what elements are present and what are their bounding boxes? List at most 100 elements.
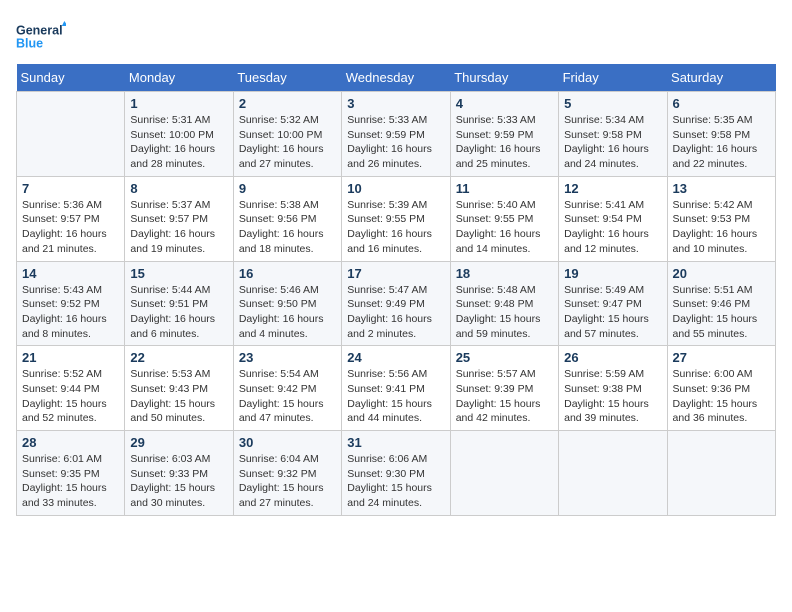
calendar-header-row: SundayMondayTuesdayWednesdayThursdayFrid… xyxy=(17,64,776,92)
svg-text:Blue: Blue xyxy=(16,37,43,51)
calendar-cell: 13 Sunrise: 5:42 AM Sunset: 9:53 PM Dayli… xyxy=(667,176,775,261)
day-number: 21 xyxy=(22,350,119,365)
calendar-week-row: 28Sunrise: 6:01 AM Sunset: 9:35 PM Dayli… xyxy=(17,431,776,516)
day-number: 29 xyxy=(130,435,227,450)
calendar-cell xyxy=(559,431,667,516)
column-header-wednesday: Wednesday xyxy=(342,64,450,92)
day-number: 20 xyxy=(673,266,770,281)
day-number: 24 xyxy=(347,350,444,365)
day-number: 3 xyxy=(347,96,444,111)
calendar-cell: 18 Sunrise: 5:48 AM Sunset: 9:48 PM Dayli… xyxy=(450,261,558,346)
calendar-cell: 4 Sunrise: 5:33 AM Sunset: 9:59 PM Daylig… xyxy=(450,92,558,177)
calendar-cell: 26 Sunrise: 5:59 AM Sunset: 9:38 PM Dayli… xyxy=(559,346,667,431)
calendar-cell: 11Sunrise: 5:40 AM Sunset: 9:55 PM Dayli… xyxy=(450,176,558,261)
logo-svg: General Blue xyxy=(16,16,66,56)
calendar-week-row: 21Sunrise: 5:52 AM Sunset: 9:44 PM Dayli… xyxy=(17,346,776,431)
day-number: 1 xyxy=(130,96,227,111)
day-number: 28 xyxy=(22,435,119,450)
day-number: 19 xyxy=(564,266,661,281)
day-detail: Sunrise: 5:54 AM Sunset: 9:42 PM Dayligh… xyxy=(239,367,336,426)
day-number: 10 xyxy=(347,181,444,196)
calendar-cell: 10 Sunrise: 5:39 AM Sunset: 9:55 PM Dayli… xyxy=(342,176,450,261)
page-header: General Blue xyxy=(16,16,776,56)
day-number: 4 xyxy=(456,96,553,111)
day-detail: Sunrise: 5:33 AM Sunset: 9:59 PM Dayligh… xyxy=(456,113,553,172)
day-number: 6 xyxy=(673,96,770,111)
day-detail: Sunrise: 5:49 AM Sunset: 9:47 PM Dayligh… xyxy=(564,283,661,342)
day-number: 8 xyxy=(130,181,227,196)
calendar-cell: 1 Sunrise: 5:31 AM Sunset: 10:00 PM Dayli… xyxy=(125,92,233,177)
day-detail: Sunrise: 5:51 AM Sunset: 9:46 PM Dayligh… xyxy=(673,283,770,342)
calendar-cell xyxy=(667,431,775,516)
day-number: 25 xyxy=(456,350,553,365)
calendar-cell: 22 Sunrise: 5:53 AM Sunset: 9:43 PM Dayli… xyxy=(125,346,233,431)
day-number: 18 xyxy=(456,266,553,281)
calendar-cell: 9 Sunrise: 5:38 AM Sunset: 9:56 PM Daylig… xyxy=(233,176,341,261)
calendar-cell: 14 Sunrise: 5:43 AM Sunset: 9:52 PM Dayli… xyxy=(17,261,125,346)
column-header-sunday: Sunday xyxy=(17,64,125,92)
day-detail: Sunrise: 5:59 AM Sunset: 9:38 PM Dayligh… xyxy=(564,367,661,426)
column-header-saturday: Saturday xyxy=(667,64,775,92)
day-detail: Sunrise: 5:36 AM Sunset: 9:57 PM Dayligh… xyxy=(22,198,119,257)
day-number: 14 xyxy=(22,266,119,281)
day-number: 9 xyxy=(239,181,336,196)
calendar-cell: 6Sunrise: 5:35 AM Sunset: 9:58 PM Daylig… xyxy=(667,92,775,177)
day-detail: Sunrise: 5:34 AM Sunset: 9:58 PM Dayligh… xyxy=(564,113,661,172)
day-number: 22 xyxy=(130,350,227,365)
day-detail: Sunrise: 5:46 AM Sunset: 9:50 PM Dayligh… xyxy=(239,283,336,342)
day-detail: Sunrise: 5:56 AM Sunset: 9:41 PM Dayligh… xyxy=(347,367,444,426)
day-number: 13 xyxy=(673,181,770,196)
day-number: 2 xyxy=(239,96,336,111)
calendar-cell: 8 Sunrise: 5:37 AM Sunset: 9:57 PM Daylig… xyxy=(125,176,233,261)
calendar-cell: 28Sunrise: 6:01 AM Sunset: 9:35 PM Dayli… xyxy=(17,431,125,516)
calendar-cell: 16 Sunrise: 5:46 AM Sunset: 9:50 PM Dayli… xyxy=(233,261,341,346)
calendar-cell: 31 Sunrise: 6:06 AM Sunset: 9:30 PM Dayli… xyxy=(342,431,450,516)
column-header-thursday: Thursday xyxy=(450,64,558,92)
day-detail: Sunrise: 5:53 AM Sunset: 9:43 PM Dayligh… xyxy=(130,367,227,426)
day-detail: Sunrise: 6:04 AM Sunset: 9:32 PM Dayligh… xyxy=(239,452,336,511)
day-detail: Sunrise: 5:41 AM Sunset: 9:54 PM Dayligh… xyxy=(564,198,661,257)
calendar-cell: 7Sunrise: 5:36 AM Sunset: 9:57 PM Daylig… xyxy=(17,176,125,261)
day-detail: Sunrise: 5:39 AM Sunset: 9:55 PM Dayligh… xyxy=(347,198,444,257)
day-detail: Sunrise: 5:42 AM Sunset: 9:53 PM Dayligh… xyxy=(673,198,770,257)
calendar-cell: 21Sunrise: 5:52 AM Sunset: 9:44 PM Dayli… xyxy=(17,346,125,431)
day-detail: Sunrise: 5:44 AM Sunset: 9:51 PM Dayligh… xyxy=(130,283,227,342)
calendar-week-row: 1 Sunrise: 5:31 AM Sunset: 10:00 PM Dayli… xyxy=(17,92,776,177)
calendar-cell: 17 Sunrise: 5:47 AM Sunset: 9:49 PM Dayli… xyxy=(342,261,450,346)
calendar-cell: 24 Sunrise: 5:56 AM Sunset: 9:41 PM Dayli… xyxy=(342,346,450,431)
calendar-week-row: 14 Sunrise: 5:43 AM Sunset: 9:52 PM Dayli… xyxy=(17,261,776,346)
calendar-cell: 12Sunrise: 5:41 AM Sunset: 9:54 PM Dayli… xyxy=(559,176,667,261)
day-detail: Sunrise: 5:32 AM Sunset: 10:00 PM Daylig… xyxy=(239,113,336,172)
logo: General Blue xyxy=(16,16,66,56)
column-header-monday: Monday xyxy=(125,64,233,92)
calendar-cell: 29Sunrise: 6:03 AM Sunset: 9:33 PM Dayli… xyxy=(125,431,233,516)
calendar-cell: 23 Sunrise: 5:54 AM Sunset: 9:42 PM Dayli… xyxy=(233,346,341,431)
day-number: 27 xyxy=(673,350,770,365)
calendar-table: SundayMondayTuesdayWednesdayThursdayFrid… xyxy=(16,64,776,516)
day-number: 26 xyxy=(564,350,661,365)
day-number: 5 xyxy=(564,96,661,111)
day-number: 11 xyxy=(456,181,553,196)
calendar-cell: 19 Sunrise: 5:49 AM Sunset: 9:47 PM Dayli… xyxy=(559,261,667,346)
day-detail: Sunrise: 5:31 AM Sunset: 10:00 PM Daylig… xyxy=(130,113,227,172)
day-number: 23 xyxy=(239,350,336,365)
calendar-cell xyxy=(450,431,558,516)
calendar-cell: 20 Sunrise: 5:51 AM Sunset: 9:46 PM Dayli… xyxy=(667,261,775,346)
day-detail: Sunrise: 5:37 AM Sunset: 9:57 PM Dayligh… xyxy=(130,198,227,257)
calendar-cell: 2 Sunrise: 5:32 AM Sunset: 10:00 PM Dayli… xyxy=(233,92,341,177)
calendar-week-row: 7Sunrise: 5:36 AM Sunset: 9:57 PM Daylig… xyxy=(17,176,776,261)
day-detail: Sunrise: 6:00 AM Sunset: 9:36 PM Dayligh… xyxy=(673,367,770,426)
day-detail: Sunrise: 5:43 AM Sunset: 9:52 PM Dayligh… xyxy=(22,283,119,342)
calendar-cell: 30 Sunrise: 6:04 AM Sunset: 9:32 PM Dayli… xyxy=(233,431,341,516)
calendar-cell: 27 Sunrise: 6:00 AM Sunset: 9:36 PM Dayli… xyxy=(667,346,775,431)
day-number: 17 xyxy=(347,266,444,281)
day-number: 31 xyxy=(347,435,444,450)
day-detail: Sunrise: 6:06 AM Sunset: 9:30 PM Dayligh… xyxy=(347,452,444,511)
day-number: 16 xyxy=(239,266,336,281)
day-number: 30 xyxy=(239,435,336,450)
column-header-tuesday: Tuesday xyxy=(233,64,341,92)
day-detail: Sunrise: 5:47 AM Sunset: 9:49 PM Dayligh… xyxy=(347,283,444,342)
day-detail: Sunrise: 5:48 AM Sunset: 9:48 PM Dayligh… xyxy=(456,283,553,342)
day-detail: Sunrise: 5:33 AM Sunset: 9:59 PM Dayligh… xyxy=(347,113,444,172)
day-detail: Sunrise: 5:38 AM Sunset: 9:56 PM Dayligh… xyxy=(239,198,336,257)
